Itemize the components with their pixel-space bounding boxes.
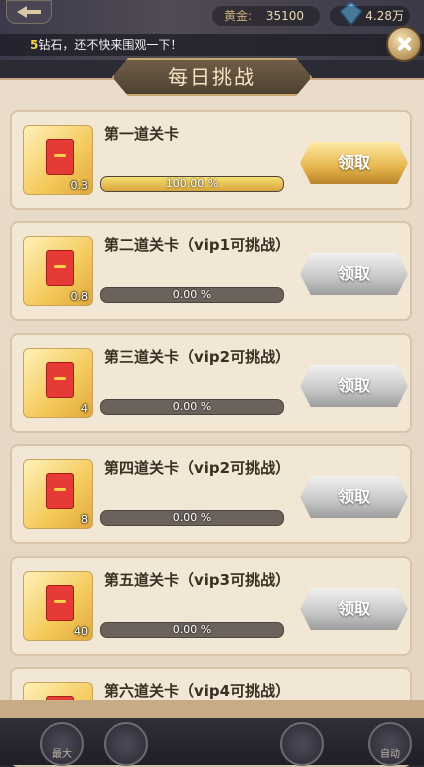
claim-button[interactable]: 领取 bbox=[300, 142, 408, 184]
claim-button-label: 领取 bbox=[337, 487, 370, 506]
progress-bar: 0.00 % bbox=[100, 399, 284, 415]
reward-icon-box: 4 bbox=[23, 348, 93, 418]
challenge-name: 第六道关卡（vip4可挑战） bbox=[104, 682, 291, 700]
bottom-left-label: 最大 bbox=[52, 749, 72, 760]
challenge-name: 第三道关卡（vip2可挑战） bbox=[104, 348, 291, 366]
claim-button-label: 领取 bbox=[337, 599, 370, 618]
challenge-card: 0.8 第二道关卡（vip1可挑战） 0.00 % 领取 bbox=[10, 221, 412, 321]
announcement-banner: 5钻石，还不快来围观一下！ bbox=[0, 34, 424, 56]
gold-label: 黄金: bbox=[224, 9, 253, 23]
challenge-name: 第四道关卡（vip2可挑战） bbox=[104, 459, 291, 477]
reward-icon-box: 8 bbox=[23, 459, 93, 529]
reward-quantity: 0.8 bbox=[70, 290, 89, 303]
progress-text: 100.00 % bbox=[165, 177, 219, 190]
reward-quantity: 4 bbox=[81, 402, 88, 415]
reward-quantity: 8 bbox=[81, 513, 88, 526]
progress-bar: 0.00 % bbox=[100, 510, 284, 526]
challenge-name: 第五道关卡（vip3可挑战） bbox=[104, 571, 291, 589]
progress-bar: 0.00 % bbox=[100, 622, 284, 638]
panel-bottom-frame bbox=[0, 700, 424, 718]
diamond-value: 4.28万 bbox=[365, 9, 404, 23]
challenge-card: 0.3 第一道关卡 100.00 % 领取 bbox=[10, 110, 412, 210]
claim-button[interactable]: 领取 bbox=[300, 253, 408, 295]
panel-title: 每日挑战 bbox=[168, 65, 256, 89]
gold-counter: 黄金: 35100 bbox=[212, 6, 320, 26]
challenge-name: 第二道关卡（vip1可挑战） bbox=[104, 236, 291, 254]
bottom-button-2[interactable] bbox=[104, 722, 148, 766]
diamond-counter: 4.28万 bbox=[330, 6, 410, 26]
claim-button[interactable]: 领取 bbox=[300, 588, 408, 630]
progress-text: 0.00 % bbox=[172, 400, 212, 413]
red-envelope-icon bbox=[46, 139, 74, 175]
claim-button[interactable]: 领取 bbox=[300, 476, 408, 518]
progress-text: 0.00 % bbox=[172, 511, 212, 524]
challenge-name: 第一道关卡 bbox=[104, 125, 180, 143]
red-envelope-icon bbox=[46, 250, 74, 286]
announcement-text: 钻石，还不快来围观一下！ bbox=[38, 38, 183, 52]
progress-text: 0.00 % bbox=[172, 623, 212, 636]
bottom-button-3[interactable] bbox=[280, 722, 324, 766]
gold-value: 35100 bbox=[265, 9, 305, 23]
red-envelope-icon bbox=[46, 473, 74, 509]
reward-quantity: 40 bbox=[74, 625, 88, 638]
bottom-right-label: 自动 bbox=[380, 749, 400, 760]
challenge-card: 40 第五道关卡（vip3可挑战） 0.00 % 领取 bbox=[10, 556, 412, 656]
claim-button-label: 领取 bbox=[337, 153, 370, 172]
red-envelope-icon bbox=[46, 362, 74, 398]
reward-icon-box: 0.8 bbox=[23, 236, 93, 306]
reward-icon-box: 40 bbox=[23, 571, 93, 641]
red-envelope-icon bbox=[46, 585, 74, 621]
progress-bar: 100.00 % bbox=[100, 176, 284, 192]
challenge-card: 4 第三道关卡（vip2可挑战） 0.00 % 领取 bbox=[10, 333, 412, 433]
reward-quantity: 0.3 bbox=[70, 179, 89, 192]
challenge-card: 8 第四道关卡（vip2可挑战） 0.00 % 领取 bbox=[10, 444, 412, 544]
progress-text: 0.00 % bbox=[172, 288, 212, 301]
reward-icon-box: 0.3 bbox=[23, 125, 93, 195]
claim-button[interactable]: 领取 bbox=[300, 365, 408, 407]
close-button[interactable] bbox=[386, 26, 422, 62]
claim-button-label: 领取 bbox=[337, 264, 370, 283]
back-button[interactable] bbox=[6, 0, 52, 24]
progress-bar: 0.00 % bbox=[100, 287, 284, 303]
claim-button-label: 领取 bbox=[337, 376, 370, 395]
back-arrow-icon bbox=[17, 6, 41, 18]
